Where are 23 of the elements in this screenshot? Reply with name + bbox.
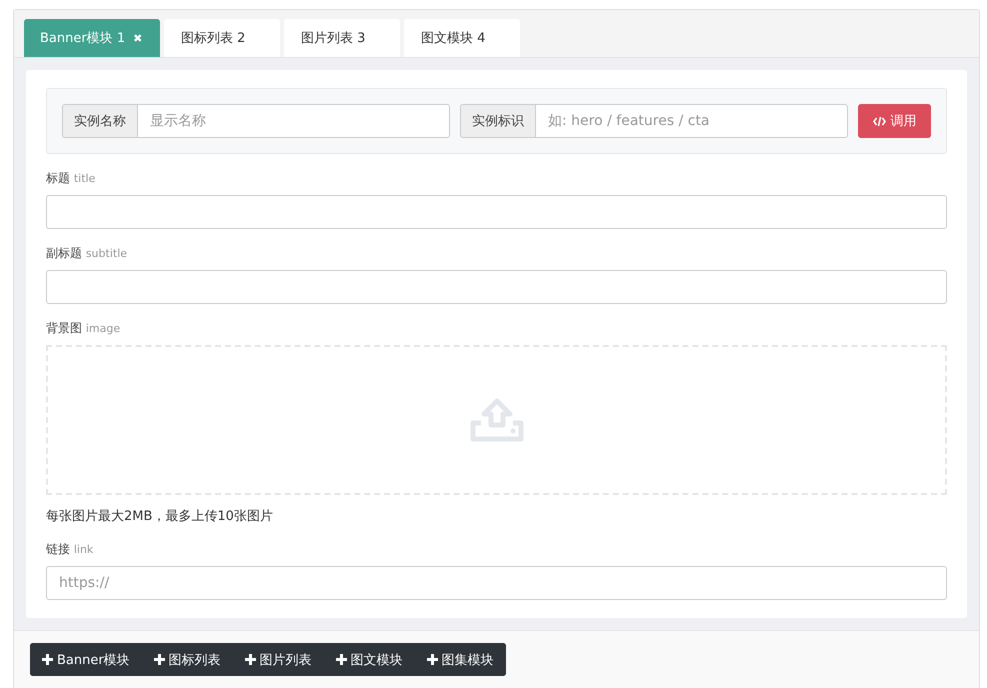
field-label: 背景图 image [46, 320, 122, 337]
field-label: 标题 title [46, 170, 96, 187]
code-icon [872, 116, 886, 126]
plus-icon [336, 654, 347, 665]
plus-icon [426, 654, 438, 665]
field-label: 副标题 subtitle [46, 245, 128, 262]
field-label: 实例名称 [62, 104, 137, 138]
upload-hint: 每张图片最大2MB，最多上传10张图片 [46, 508, 274, 525]
tab[interactable]: 图片列表 3 [284, 19, 400, 57]
input-field[interactable]: 如: hero / features / cta [535, 104, 848, 138]
input-field[interactable]: https:// [46, 566, 947, 600]
plus-icon [154, 654, 165, 665]
plus-icon [42, 654, 53, 665]
tab[interactable]: 图标列表 2 [164, 19, 280, 57]
field-label: 实例标识 [460, 104, 535, 138]
input-field[interactable] [46, 270, 947, 304]
input-field[interactable]: 显示名称 [137, 104, 450, 138]
tab[interactable]: 图文模块 4 [404, 19, 520, 57]
field-label: 链接 link [46, 541, 94, 558]
input-field[interactable] [46, 195, 947, 229]
upload-area[interactable] [46, 345, 947, 495]
plus-icon [244, 654, 256, 665]
call-button[interactable]: 调用 [858, 104, 931, 138]
